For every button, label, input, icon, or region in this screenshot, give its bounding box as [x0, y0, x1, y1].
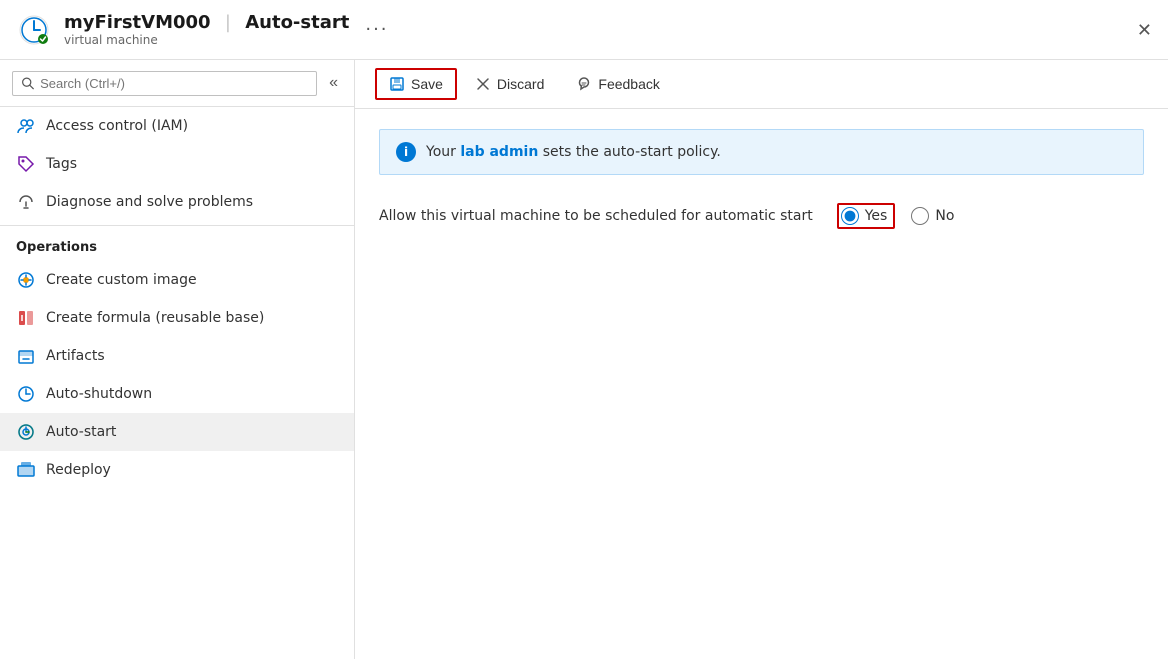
- close-button[interactable]: ✕: [1137, 21, 1152, 39]
- discard-label: Discard: [497, 76, 544, 92]
- content-area: Save Discard Feedback i: [355, 60, 1168, 659]
- sidebar-item-label: Diagnose and solve problems: [46, 194, 253, 210]
- radio-yes-wrapper: Yes: [837, 203, 896, 229]
- redeploy-icon: [16, 460, 36, 480]
- more-options-button[interactable]: ···: [365, 19, 388, 40]
- sidebar-item-label: Access control (IAM): [46, 118, 188, 134]
- radio-yes-option[interactable]: Yes: [841, 207, 888, 225]
- save-button[interactable]: Save: [375, 68, 457, 100]
- sidebar-item-label: Redeploy: [46, 462, 111, 478]
- vm-logo-icon: [16, 12, 52, 48]
- content-body: i Your lab admin sets the auto-start pol…: [355, 109, 1168, 659]
- sidebar-item-artifacts[interactable]: Artifacts: [0, 337, 354, 375]
- tags-icon: [16, 154, 36, 174]
- sidebar-item-tags[interactable]: Tags: [0, 145, 354, 183]
- search-input[interactable]: [40, 76, 308, 91]
- toolbar: Save Discard Feedback: [355, 60, 1168, 109]
- radio-no-option[interactable]: No: [911, 207, 954, 225]
- sidebar-item-create-custom-image[interactable]: Create custom image: [0, 261, 354, 299]
- info-icon: i: [396, 142, 416, 162]
- feedback-button[interactable]: Feedback: [562, 68, 673, 100]
- discard-icon: [475, 76, 491, 92]
- create-formula-icon: [16, 308, 36, 328]
- collapse-button[interactable]: «: [325, 70, 342, 96]
- save-label: Save: [411, 76, 443, 92]
- page-title: myFirstVM000 | Auto-start: [64, 12, 349, 33]
- radio-group: Yes No: [837, 203, 955, 229]
- sidebar-item-create-formula[interactable]: Create formula (reusable base): [0, 299, 354, 337]
- radio-yes-label: Yes: [865, 208, 888, 224]
- title-bar-text: myFirstVM000 | Auto-start virtual machin…: [64, 12, 349, 47]
- diagnose-icon: [16, 192, 36, 212]
- sidebar-item-label: Tags: [46, 156, 77, 172]
- title-bar: myFirstVM000 | Auto-start virtual machin…: [0, 0, 1168, 60]
- artifacts-icon: [16, 346, 36, 366]
- auto-shutdown-icon: [16, 384, 36, 404]
- sidebar-item-auto-shutdown[interactable]: Auto-shutdown: [0, 375, 354, 413]
- discard-button[interactable]: Discard: [461, 68, 558, 100]
- sidebar-item-label: Create custom image: [46, 272, 197, 288]
- feedback-label: Feedback: [598, 76, 659, 92]
- sidebar-item-diagnose[interactable]: Diagnose and solve problems: [0, 183, 354, 221]
- autostart-question: Allow this virtual machine to be schedul…: [379, 208, 813, 224]
- section-operations: Operations: [0, 225, 354, 261]
- search-icon: [21, 76, 34, 90]
- sidebar-item-label: Auto-start: [46, 424, 116, 440]
- sidebar-item-label: Artifacts: [46, 348, 105, 364]
- sidebar-item-access-control[interactable]: Access control (IAM): [0, 107, 354, 145]
- autostart-form: Allow this virtual machine to be schedul…: [379, 203, 1144, 229]
- search-box[interactable]: [12, 71, 317, 96]
- feedback-icon: [576, 76, 592, 92]
- sidebar-item-label: Auto-shutdown: [46, 386, 152, 402]
- save-icon: [389, 76, 405, 92]
- subtitle: virtual machine: [64, 33, 349, 47]
- radio-yes-input[interactable]: [841, 207, 859, 225]
- radio-no-input[interactable]: [911, 207, 929, 225]
- main-layout: « Access control (IAM): [0, 60, 1168, 659]
- sidebar: « Access control (IAM): [0, 60, 355, 659]
- create-custom-image-icon: [16, 270, 36, 290]
- sidebar-item-auto-start[interactable]: Auto-start: [0, 413, 354, 451]
- radio-no-label: No: [935, 208, 954, 224]
- access-control-icon: [16, 116, 36, 136]
- auto-start-icon: [16, 422, 36, 442]
- info-banner: i Your lab admin sets the auto-start pol…: [379, 129, 1144, 175]
- sidebar-search-row: «: [0, 60, 354, 107]
- info-message: Your lab admin sets the auto-start polic…: [426, 144, 721, 160]
- sidebar-list: Access control (IAM) Tags: [0, 107, 354, 659]
- title-separator: |: [225, 12, 231, 33]
- sidebar-item-redeploy[interactable]: Redeploy: [0, 451, 354, 489]
- sidebar-item-label: Create formula (reusable base): [46, 310, 264, 326]
